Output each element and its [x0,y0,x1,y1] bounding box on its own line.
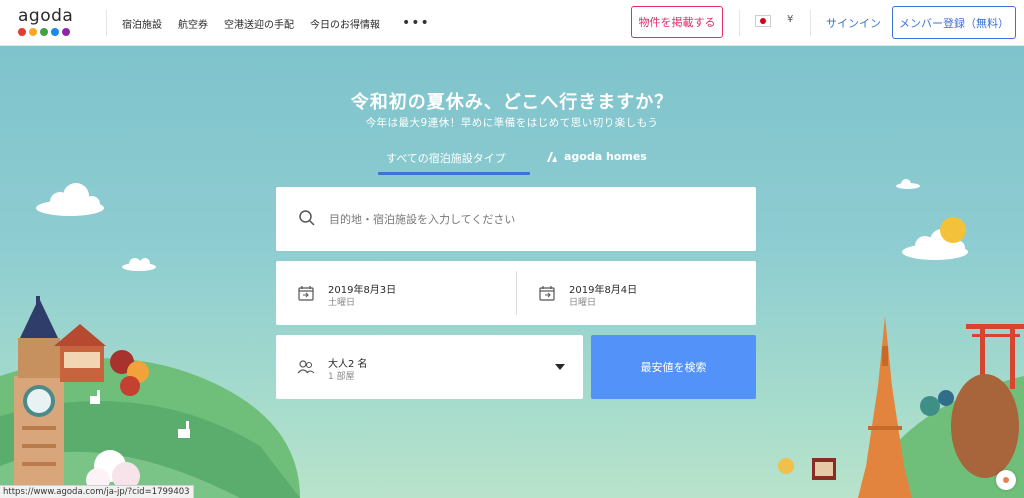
hero-subline: 今年は最大9連休！早めに準備をはじめて思い切り楽しもう [365,117,659,129]
register-button[interactable]: メンバー登録（無料） [892,6,1016,39]
header-divider [106,10,107,36]
checkout-date-field[interactable]: 2019年8月4日 日曜日 [517,261,757,325]
checkout-calendar-icon [539,286,555,301]
active-tab-indicator [378,172,530,175]
checkout-day: 日曜日 [569,298,597,308]
guests-icon [297,360,315,374]
drum-icon [812,458,836,480]
date-picker: 2019年8月3日 土曜日 2019年8月4日 日曜日 [276,261,756,325]
nav-item-flights[interactable]: 航空券 [178,16,208,31]
signin-link[interactable]: サインイン [826,15,881,31]
nav-item-deals[interactable]: 今日のお得情報 [310,16,380,31]
chat-icon[interactable] [996,470,1016,490]
search-icon [299,210,315,226]
logo-dot [62,28,70,36]
japan-flag-icon[interactable] [755,15,771,27]
checkin-calendar-icon [298,286,314,301]
tab-agoda-homes-label: agoda homes [564,150,647,163]
status-bar-url: https://www.agoda.com/ja-jp/?cid=1799403 [0,485,194,498]
eiffel-tower-icon [858,316,912,498]
hero-banner: 令和初の夏休み、どこへ行きますか？ 今年は最大9連休！早めに準備をはじめて思い切… [0,46,1024,498]
cloud-icon [122,258,156,271]
logo-dots [18,28,78,36]
chevron-down-icon [555,364,565,370]
more-menu-button[interactable]: ••• [402,16,430,30]
guests-selector[interactable]: 大人2 名 1 部屋 [276,335,583,399]
search-placeholder: 目的地・宿泊施設を入力してください [329,213,516,226]
logo-text: agoda [18,6,74,26]
logo-dot [29,28,37,36]
top-header: agoda 宿泊施設 航空券 空港送迎の手配 今日のお得情報 ••• 物件を掲載… [0,0,1024,46]
checkin-day: 土曜日 [328,298,356,308]
tab-agoda-homes[interactable]: agoda homes [546,150,647,163]
tree-icon [920,396,940,416]
cloud-icon [36,183,104,216]
header-divider [810,10,811,36]
agoda-logo[interactable]: agoda [18,7,78,39]
logo-dot [40,28,48,36]
rooms-count: 1 部屋 [328,372,355,382]
search-button[interactable]: 最安値を検索 [591,335,756,399]
nav-item-hotels[interactable]: 宿泊施設 [122,16,162,31]
header-divider [739,10,740,36]
logo-dot [51,28,59,36]
drummer-icon [778,458,794,474]
hero-headline: 令和初の夏休み、どこへ行きますか？ [350,92,674,113]
currency-selector[interactable]: ¥ [787,14,793,25]
agoda-homes-icon [547,151,557,162]
tab-all-properties[interactable]: すべての宿泊施設タイプ [386,150,506,166]
tree-icon [938,390,954,406]
checkin-date-field[interactable]: 2019年8月3日 土曜日 [276,261,516,325]
checkout-date: 2019年8月4日 [569,285,638,296]
checkin-date: 2019年8月3日 [328,285,397,296]
pavilion-icon [54,324,106,382]
big-ben-icon [14,296,64,498]
tree-icon [120,376,140,396]
nav-item-airport-transfer[interactable]: 空港送迎の手配 [224,16,294,31]
cloud-icon [896,179,920,189]
destination-search-input[interactable]: 目的地・宿泊施設を入力してください [276,187,756,251]
logo-dot [18,28,26,36]
main-nav: 宿泊施設 航空券 空港送迎の手配 今日のお得情報 ••• [122,0,430,46]
sun-icon [940,217,966,243]
guests-count: 大人2 名 [328,359,368,370]
tree-icon [951,374,1019,478]
list-property-button[interactable]: 物件を掲載する [631,6,723,38]
